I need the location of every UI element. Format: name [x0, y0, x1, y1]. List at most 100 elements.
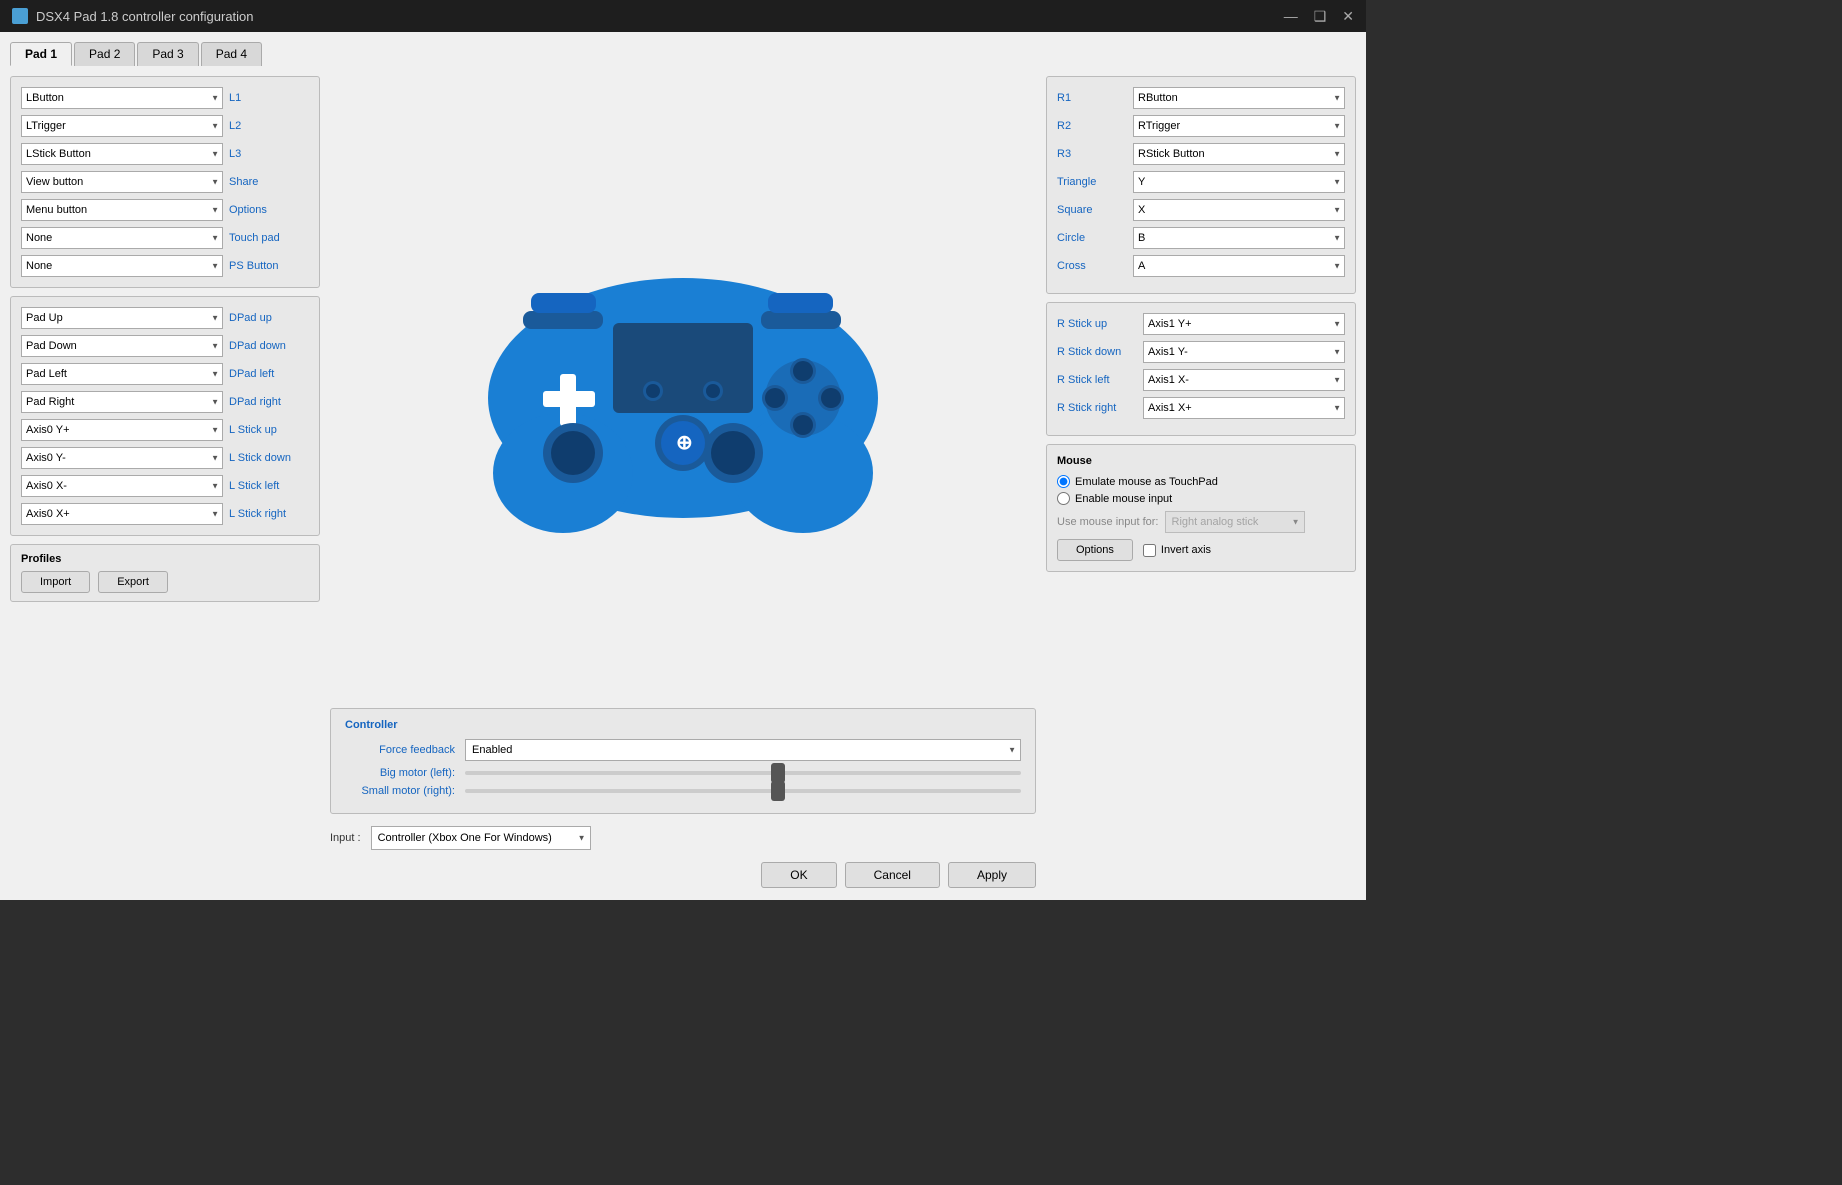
lstick-right-select[interactable]: Axis0 X+ [21, 503, 223, 525]
force-feedback-select[interactable]: Enabled Disabled [465, 739, 1021, 761]
l2-label: L2 [229, 120, 309, 132]
r3-select[interactable]: RStick Button [1133, 143, 1345, 165]
lstick-down-select[interactable]: Axis0 Y- [21, 447, 223, 469]
middle-panel: ⊕ Controller Force feedback Enabled [330, 76, 1036, 888]
lstick-up-select-wrapper[interactable]: Axis0 Y+ [21, 419, 223, 441]
l3-select-wrapper[interactable]: LStick ButtonNone [21, 143, 223, 165]
ok-button[interactable]: OK [761, 862, 836, 888]
maximize-button[interactable]: ❑ [1314, 8, 1327, 25]
small-motor-slider[interactable] [465, 789, 1021, 793]
dpad-down-select-wrapper[interactable]: Pad Down [21, 335, 223, 357]
cancel-button[interactable]: Cancel [845, 862, 940, 888]
dpad-down-select[interactable]: Pad Down [21, 335, 223, 357]
triangle-label: Triangle [1057, 176, 1127, 188]
r1-select-wrapper[interactable]: RButton [1133, 87, 1345, 109]
big-motor-slider[interactable] [465, 771, 1021, 775]
rstick-up-select[interactable]: Axis1 Y+ [1143, 313, 1345, 335]
window-controls[interactable]: — ❑ ✕ [1284, 8, 1354, 25]
mapping-row-share: View buttonNone Share [21, 171, 309, 193]
psbutton-select[interactable]: None [21, 255, 223, 277]
dpad-up-select[interactable]: Pad Up [21, 307, 223, 329]
input-device-select-wrapper[interactable]: Controller (Xbox One For Windows) [371, 826, 591, 850]
controller-visual: ⊕ [330, 76, 1036, 700]
app-icon [12, 8, 28, 24]
lstick-right-select-wrapper[interactable]: Axis0 X+ [21, 503, 223, 525]
rstick-left-select[interactable]: Axis1 X- [1143, 369, 1345, 391]
rstick-down-select-wrapper[interactable]: Axis1 Y- [1143, 341, 1345, 363]
mouse-for-select[interactable]: Right analog stick Left analog stick [1165, 511, 1305, 533]
tab-pad3[interactable]: Pad 3 [137, 42, 198, 66]
cross-select-wrapper[interactable]: A [1133, 255, 1345, 277]
rstick-right-select[interactable]: Axis1 X+ [1143, 397, 1345, 419]
options-select[interactable]: Menu buttonNone [21, 199, 223, 221]
lstick-left-label: L Stick left [229, 480, 309, 492]
dpad-left-select[interactable]: Pad Left [21, 363, 223, 385]
square-select-wrapper[interactable]: X [1133, 199, 1345, 221]
r3-select-wrapper[interactable]: RStick Button [1133, 143, 1345, 165]
mouse-options-button[interactable]: Options [1057, 539, 1133, 561]
touchpad-select[interactable]: None [21, 227, 223, 249]
l2-select[interactable]: LTriggerLButtonNone [21, 115, 223, 137]
big-motor-row: Big motor (left): [345, 767, 1021, 779]
big-motor-track [465, 771, 1021, 775]
r2-select-wrapper[interactable]: RTrigger [1133, 115, 1345, 137]
mapping-row-l3: LStick ButtonNone L3 [21, 143, 309, 165]
l1-select-wrapper[interactable]: LButtonLTriggerNone [21, 87, 223, 109]
export-button[interactable]: Export [98, 571, 168, 593]
lstick-left-select[interactable]: Axis0 X- [21, 475, 223, 497]
triangle-select-wrapper[interactable]: Y [1133, 171, 1345, 193]
mapping-row-psbutton: None PS Button [21, 255, 309, 277]
mouse-for-select-wrapper[interactable]: Right analog stick Left analog stick [1165, 511, 1305, 533]
tab-pad1[interactable]: Pad 1 [10, 42, 72, 66]
mouse-title: Mouse [1057, 455, 1345, 467]
apply-button[interactable]: Apply [948, 862, 1036, 888]
tab-pad4[interactable]: Pad 4 [201, 42, 262, 66]
emulate-mouse-radio[interactable] [1057, 475, 1070, 488]
r3-label: R3 [1057, 148, 1127, 160]
options-select-wrapper[interactable]: Menu buttonNone [21, 199, 223, 221]
force-feedback-select-wrapper[interactable]: Enabled Disabled [465, 739, 1021, 761]
rstick-down-select[interactable]: Axis1 Y- [1143, 341, 1345, 363]
touchpad-label: Touch pad [229, 232, 309, 244]
invert-axis-checkbox[interactable] [1143, 544, 1156, 557]
psbutton-select-wrapper[interactable]: None [21, 255, 223, 277]
dpad-up-select-wrapper[interactable]: Pad Up [21, 307, 223, 329]
lstick-left-select-wrapper[interactable]: Axis0 X- [21, 475, 223, 497]
share-select-wrapper[interactable]: View buttonNone [21, 171, 223, 193]
share-select[interactable]: View buttonNone [21, 171, 223, 193]
close-button[interactable]: ✕ [1342, 8, 1354, 25]
cross-select[interactable]: A [1133, 255, 1345, 277]
r2-row: R2 RTrigger [1057, 115, 1345, 137]
l3-select[interactable]: LStick ButtonNone [21, 143, 223, 165]
triangle-select[interactable]: Y [1133, 171, 1345, 193]
dpad-left-select-wrapper[interactable]: Pad Left [21, 363, 223, 385]
circle-select-wrapper[interactable]: B [1133, 227, 1345, 249]
lstick-up-select[interactable]: Axis0 Y+ [21, 419, 223, 441]
import-button[interactable]: Import [21, 571, 90, 593]
l1-select[interactable]: LButtonLTriggerNone [21, 87, 223, 109]
rstick-left-select-wrapper[interactable]: Axis1 X- [1143, 369, 1345, 391]
input-device-select[interactable]: Controller (Xbox One For Windows) [371, 826, 591, 850]
r1-select[interactable]: RButton [1133, 87, 1345, 109]
square-select[interactable]: X [1133, 199, 1345, 221]
minimize-button[interactable]: — [1284, 8, 1298, 25]
tab-pad2[interactable]: Pad 2 [74, 42, 135, 66]
dpad-right-select-wrapper[interactable]: Pad Right [21, 391, 223, 413]
lstick-down-select-wrapper[interactable]: Axis0 Y- [21, 447, 223, 469]
window-title: DSX4 Pad 1.8 controller configuration [36, 9, 254, 24]
title-bar: DSX4 Pad 1.8 controller configuration — … [0, 0, 1366, 32]
r2-select[interactable]: RTrigger [1133, 115, 1345, 137]
mouse-section: Mouse Emulate mouse as TouchPad Enable m… [1046, 444, 1356, 572]
rstick-right-select-wrapper[interactable]: Axis1 X+ [1143, 397, 1345, 419]
circle-select[interactable]: B [1133, 227, 1345, 249]
dpad-right-select[interactable]: Pad Right [21, 391, 223, 413]
lstick-left-row: Axis0 X- L Stick left [21, 475, 309, 497]
l2-select-wrapper[interactable]: LTriggerLButtonNone [21, 115, 223, 137]
small-motor-thumb[interactable] [771, 781, 785, 801]
touchpad-select-wrapper[interactable]: None [21, 227, 223, 249]
enable-mouse-radio[interactable] [1057, 492, 1070, 505]
rstick-right-row: R Stick right Axis1 X+ [1057, 397, 1345, 419]
options-label: Options [229, 204, 309, 216]
big-motor-thumb[interactable] [771, 763, 785, 783]
rstick-up-select-wrapper[interactable]: Axis1 Y+ [1143, 313, 1345, 335]
